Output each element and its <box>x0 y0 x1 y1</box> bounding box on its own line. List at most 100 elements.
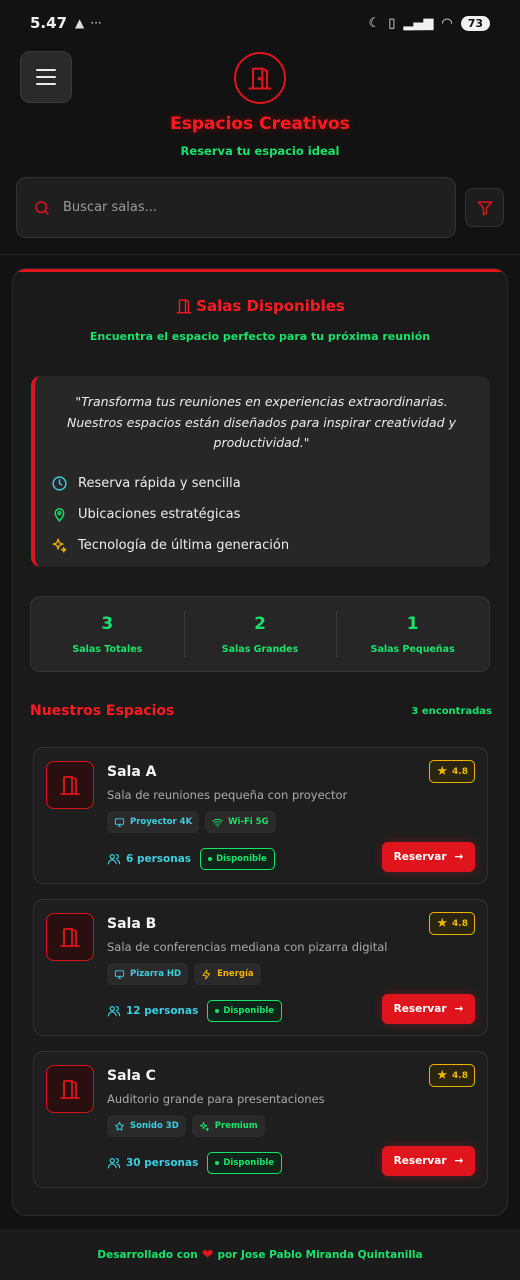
star-outline-icon <box>115 1121 124 1131</box>
status-dot <box>215 1009 220 1013</box>
sparkles-icon <box>199 1121 209 1131</box>
system-icons: ☾ ▯ ▂▄▆ ◠ 73 <box>368 15 490 31</box>
door-icon <box>60 928 80 947</box>
room-tags: Proyector 4K Wi-Fi 5G <box>107 811 276 833</box>
feature-item: Reserva rápida y sencilla <box>51 468 472 499</box>
feature-label: Ubicaciones estratégicas <box>78 506 241 522</box>
rating-badge: ★ 4.8 <box>429 1064 475 1087</box>
door-icon <box>60 776 80 795</box>
room-card[interactable]: Sala A Sala de reuniones pequeña con pro… <box>33 747 488 884</box>
rooms-list-title: Nuestros Espacios <box>30 703 175 719</box>
signal-icon: ▂▄▆ <box>403 15 434 31</box>
heart-icon: ❤ <box>201 1246 214 1263</box>
door-icon <box>60 1080 80 1099</box>
users-icon <box>107 1006 121 1017</box>
stat-total-rooms: 3 Salas Totales <box>31 597 184 671</box>
users-icon <box>107 854 121 865</box>
reserve-button[interactable]: Reservar → <box>382 1146 475 1176</box>
search-input[interactable] <box>63 200 423 215</box>
hamburger-icon-line <box>36 83 56 85</box>
hamburger-icon-line <box>36 76 56 78</box>
search-bar[interactable] <box>16 177 456 238</box>
room-capacity: 12 personas Disponible <box>107 1000 283 1022</box>
map-pin-icon <box>54 507 65 522</box>
stat-large-rooms: 2 Salas Grandes <box>183 597 337 671</box>
arrow-right-icon: → <box>454 851 464 863</box>
tag: Proyector 4K <box>107 811 200 833</box>
room-card[interactable]: Sala C Auditorio grande para presentacio… <box>33 1051 488 1188</box>
quote-box: "Transforma tus reuniones en experiencia… <box>31 376 490 567</box>
room-name: Sala B <box>107 916 157 932</box>
rating-badge: ★ 4.8 <box>429 912 475 935</box>
status-dot <box>215 1161 220 1165</box>
tag: Premium <box>191 1115 265 1137</box>
stat-label: Salas Totales <box>72 643 143 655</box>
stat-label: Salas Grandes <box>221 643 299 655</box>
stat-label: Salas Pequeñas <box>370 643 455 655</box>
hamburger-icon <box>36 69 56 71</box>
room-icon <box>46 913 94 961</box>
feature-list: Reserva rápida y sencilla Ubicaciones es… <box>51 468 472 561</box>
rooms-panel: Salas Disponibles Encuentra el espacio p… <box>12 268 508 1216</box>
panel-accent-bar <box>13 269 507 272</box>
reserve-button[interactable]: Reservar → <box>382 994 475 1024</box>
tag: Sonido 3D <box>107 1115 186 1137</box>
quote-text: "Transforma tus reuniones en experiencia… <box>67 394 456 450</box>
wifi-status-icon: ◠ <box>441 15 453 31</box>
arrow-right-icon: → <box>454 1003 464 1015</box>
monitor-icon <box>114 969 125 979</box>
rooms-count: 3 encontradas <box>411 705 492 717</box>
moon-icon: ☾ <box>368 15 381 31</box>
capacity-label: 6 personas <box>126 853 192 865</box>
rating-badge: ★ 4.8 <box>429 760 475 783</box>
tag-label: Sonido 3D <box>130 1121 179 1131</box>
footer-suffix: por Jose Pablo Miranda Quintanilla <box>217 1248 423 1261</box>
status-bar: 5.47 ▲ ··· ☾ ▯ ▂▄▆ ◠ 73 <box>0 0 520 46</box>
rating-value: 4.8 <box>452 1070 468 1081</box>
tag: Energía <box>194 963 261 985</box>
availability-label: Disponible <box>216 854 267 864</box>
sparkles-icon <box>52 537 67 553</box>
feature-item: Tecnología de última generación <box>51 530 472 561</box>
availability-badge: Disponible <box>207 1000 283 1022</box>
tag-label: Wi-Fi 5G <box>228 817 269 827</box>
tag-label: Proyector 4K <box>130 817 193 827</box>
room-icon <box>46 761 94 809</box>
users-icon <box>107 1158 121 1169</box>
door-icon <box>248 67 272 90</box>
app-logo <box>234 52 286 104</box>
capacity-label: 12 personas <box>126 1005 199 1017</box>
notification-icons: ▲ ··· <box>75 16 102 30</box>
availability-badge: Disponible <box>207 1152 283 1174</box>
footer: Desarrollado con ❤ por Jose Pablo Mirand… <box>0 1229 520 1280</box>
filter-button[interactable] <box>465 188 504 227</box>
room-capacity: 6 personas Disponible <box>107 848 275 870</box>
room-name: Sala C <box>107 1068 156 1084</box>
app-subtitle: Reserva tu espacio ideal <box>180 144 340 158</box>
section-title: Salas Disponibles <box>196 297 345 315</box>
app-notification-icon: ▲ <box>75 16 85 30</box>
room-card[interactable]: Sala B Sala de conferencias mediana con … <box>33 899 488 1036</box>
menu-button[interactable] <box>20 51 72 103</box>
status-dot <box>208 857 213 861</box>
room-capacity: 30 personas Disponible <box>107 1152 283 1174</box>
stat-value: 2 <box>254 613 266 634</box>
reserve-button[interactable]: Reservar → <box>382 842 475 872</box>
wifi-icon <box>212 818 223 827</box>
star-icon: ★ <box>436 1068 449 1083</box>
feature-label: Reserva rápida y sencilla <box>78 475 241 491</box>
header-divider <box>0 254 520 255</box>
availability-badge: Disponible <box>200 848 275 870</box>
tag-label: Premium <box>214 1121 258 1131</box>
bolt-icon <box>202 968 211 980</box>
room-tags: Sonido 3D Premium <box>107 1115 265 1137</box>
availability-label: Disponible <box>223 1006 275 1016</box>
section-subtitle: Encuentra el espacio perfecto para tu pr… <box>89 330 431 343</box>
room-description: Sala de conferencias mediana con pizarra… <box>107 940 388 954</box>
feature-item: Ubicaciones estratégicas <box>51 499 472 530</box>
reserve-label: Reservar <box>393 1003 447 1015</box>
feature-label: Tecnología de última generación <box>78 537 290 553</box>
capacity-label: 30 personas <box>126 1157 199 1169</box>
stat-value: 1 <box>406 613 419 634</box>
vibrate-icon: ▯ <box>388 15 396 31</box>
